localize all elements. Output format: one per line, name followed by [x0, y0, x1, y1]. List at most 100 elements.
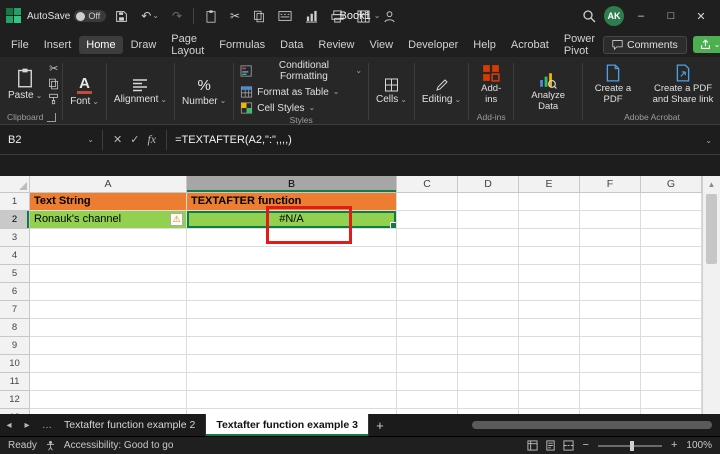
row-header-9[interactable]: 9 [0, 337, 30, 355]
undo-button[interactable]: ↶ ⌄ [137, 8, 163, 24]
cell[interactable] [30, 355, 187, 373]
cell[interactable] [519, 229, 580, 247]
cell[interactable] [641, 355, 702, 373]
cell[interactable] [580, 193, 641, 211]
cell-a1[interactable]: Text String [30, 193, 187, 211]
cell[interactable] [458, 265, 519, 283]
cell[interactable] [397, 319, 458, 337]
ribbon-tab-home[interactable]: Home [79, 36, 122, 54]
cell[interactable] [519, 301, 580, 319]
cell[interactable] [187, 391, 397, 409]
workbook-title[interactable]: Book1 [340, 10, 371, 22]
editing-group-button[interactable]: Editing⌄ [418, 59, 465, 124]
column-header-d[interactable]: D [458, 176, 519, 193]
formula-input[interactable]: =TEXTAFTER(A2,":",,,,) [167, 134, 697, 146]
column-header-c[interactable]: C [397, 176, 458, 193]
sheet-tab-example-3-active[interactable]: Textafter function example 3 [206, 414, 369, 436]
expand-formula-bar-button[interactable]: ⌄ [697, 134, 720, 146]
number-group-button[interactable]: % Number⌄ [178, 59, 230, 124]
cell[interactable] [187, 247, 397, 265]
create-pdf-share-button[interactable]: Create a PDF and Share link [648, 62, 718, 108]
search-button[interactable] [578, 7, 600, 25]
cell[interactable] [641, 247, 702, 265]
cell[interactable] [30, 319, 187, 337]
cells-group-button[interactable]: Cells⌄ [372, 59, 411, 124]
ribbon-tab-acrobat[interactable]: Acrobat [504, 36, 556, 54]
cell[interactable] [458, 211, 519, 229]
cell[interactable] [187, 373, 397, 391]
cell[interactable] [641, 319, 702, 337]
analyze-data-button[interactable]: Analyze Data [517, 59, 579, 124]
ribbon-tab-data[interactable]: Data [273, 36, 310, 54]
cell[interactable] [397, 337, 458, 355]
cell[interactable] [458, 337, 519, 355]
row-header-5[interactable]: 5 [0, 265, 30, 283]
share-button[interactable]: ⌄ [693, 36, 720, 53]
cell[interactable] [30, 265, 187, 283]
row-header-7[interactable]: 7 [0, 301, 30, 319]
row-header-10[interactable]: 10 [0, 355, 30, 373]
qat-keyboard-button[interactable] [274, 8, 296, 24]
select-all-corner[interactable] [0, 176, 30, 193]
cell[interactable] [519, 247, 580, 265]
ribbon-tab-formulas[interactable]: Formulas [212, 36, 272, 54]
cell[interactable] [458, 391, 519, 409]
vertical-scrollbar-thumb[interactable] [706, 194, 717, 264]
cell-a2[interactable]: Ronauk's channel ⚠ [30, 211, 187, 229]
autosave-switch[interactable]: Off [74, 10, 106, 22]
qat-clipboard-button[interactable] [201, 8, 221, 25]
cell[interactable] [397, 211, 458, 229]
dialog-launcher-icon[interactable] [47, 113, 56, 122]
cell[interactable] [187, 283, 397, 301]
zoom-level[interactable]: 100% [686, 440, 712, 451]
cut-button[interactable]: ✂ [49, 64, 58, 75]
cell-styles-button[interactable]: Cell Styles ⌄ [237, 101, 365, 115]
maximize-button[interactable]: □ [658, 3, 684, 29]
cell[interactable] [641, 265, 702, 283]
cell[interactable] [397, 391, 458, 409]
add-ins-button[interactable]: Add-ins [472, 62, 510, 108]
save-button[interactable] [111, 8, 132, 25]
close-button[interactable]: ✕ [688, 3, 714, 29]
ribbon-tab-help[interactable]: Help [466, 36, 503, 54]
cell[interactable] [519, 211, 580, 229]
cell[interactable] [397, 373, 458, 391]
cell[interactable] [397, 193, 458, 211]
horizontal-scrollbar[interactable] [399, 414, 712, 436]
cell[interactable] [580, 355, 641, 373]
cell[interactable] [187, 301, 397, 319]
sheet-nav-right-icon[interactable]: ▸ [18, 414, 36, 436]
cell[interactable] [580, 319, 641, 337]
accessibility-status[interactable]: Accessibility: Good to go [64, 440, 174, 451]
cell[interactable] [580, 337, 641, 355]
confirm-entry-button[interactable]: ✓ [130, 133, 139, 146]
column-header-b[interactable]: B [187, 176, 397, 193]
sheet-tab-example-2[interactable]: Textafter function example 2 [54, 414, 206, 436]
zoom-out-button[interactable]: − [581, 440, 591, 451]
ribbon-tab-view[interactable]: View [362, 36, 400, 54]
cell[interactable] [519, 373, 580, 391]
column-header-e[interactable]: E [519, 176, 580, 193]
cell[interactable] [641, 211, 702, 229]
autosave-toggle[interactable]: AutoSave Off [27, 10, 106, 22]
cell[interactable] [458, 229, 519, 247]
avatar[interactable]: AK [604, 6, 624, 26]
ribbon-tab-insert[interactable]: Insert [37, 36, 79, 54]
sheet-list-ellipsis-icon[interactable]: … [36, 414, 54, 436]
qat-cut-button[interactable]: ✂ [226, 8, 244, 24]
ribbon-tab-draw[interactable]: Draw [124, 36, 164, 54]
cell[interactable] [641, 283, 702, 301]
cell[interactable] [30, 301, 187, 319]
name-box[interactable]: B2 ⌄ [0, 134, 102, 146]
cell[interactable] [30, 283, 187, 301]
cell[interactable] [458, 283, 519, 301]
cell[interactable] [641, 229, 702, 247]
cell[interactable] [580, 211, 641, 229]
cell[interactable] [30, 229, 187, 247]
scroll-up-icon[interactable]: ▲ [703, 176, 720, 192]
cell[interactable] [580, 391, 641, 409]
zoom-slider-thumb[interactable] [630, 441, 634, 451]
page-break-view-button[interactable] [563, 440, 574, 451]
cell[interactable] [397, 247, 458, 265]
cell[interactable] [30, 337, 187, 355]
